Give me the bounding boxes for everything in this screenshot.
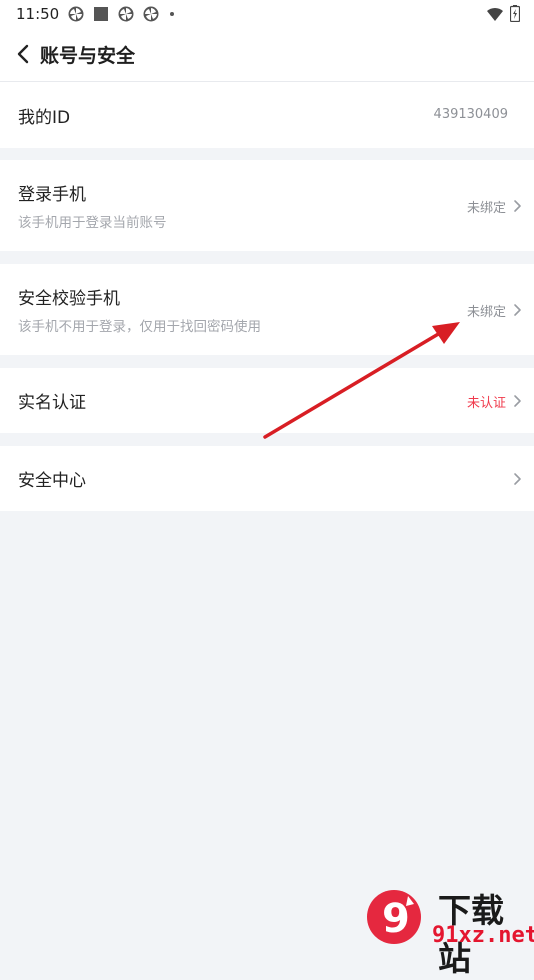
row-security-center[interactable]: 安全中心	[0, 446, 534, 511]
chevron-right-icon	[514, 200, 521, 212]
pinwheel-icon	[118, 6, 134, 22]
row-title: 安全校验手机	[18, 289, 120, 309]
row-subtitle: 该手机不用于登录，仅用于找回密码使用	[18, 319, 261, 335]
row-security-phone[interactable]: 安全校验手机 该手机不用于登录，仅用于找回密码使用 未绑定	[0, 264, 534, 355]
row-title: 安全中心	[18, 471, 86, 491]
status-bar: 11:50	[0, 0, 534, 28]
battery-icon	[510, 5, 520, 22]
wifi-icon	[487, 7, 503, 21]
status-system-icons	[486, 5, 520, 22]
chevron-right-icon	[514, 473, 521, 485]
row-subtitle: 该手机用于登录当前账号	[18, 215, 167, 231]
row-title: 我的ID	[18, 108, 71, 128]
dot-icon	[170, 12, 174, 16]
watermark-url: 91xz.net	[432, 923, 534, 948]
chevron-left-icon[interactable]	[12, 41, 36, 67]
pinwheel-icon	[68, 6, 84, 22]
status-notification-icons	[68, 6, 176, 22]
status-time: 11:50	[16, 5, 60, 23]
row-title: 实名认证	[18, 393, 86, 413]
watermark-logo-text: 9	[382, 896, 410, 942]
user-id-value: 439130409	[433, 107, 508, 122]
square-icon	[94, 7, 108, 21]
binding-status: 未绑定	[466, 201, 506, 216]
app-bar: 账号与安全	[0, 28, 534, 82]
row-real-name-verification[interactable]: 实名认证 未认证	[0, 368, 534, 433]
row-login-phone[interactable]: 登录手机 该手机用于登录当前账号 未绑定	[0, 160, 534, 251]
pinwheel-icon	[143, 6, 159, 22]
row-my-id: 我的ID 439130409	[0, 82, 534, 148]
binding-status: 未绑定	[466, 305, 506, 320]
row-title: 登录手机	[18, 185, 86, 205]
chevron-right-icon	[514, 395, 521, 407]
chevron-right-icon	[514, 304, 521, 316]
verification-status: 未认证	[466, 396, 506, 411]
page-title: 账号与安全	[40, 45, 136, 67]
